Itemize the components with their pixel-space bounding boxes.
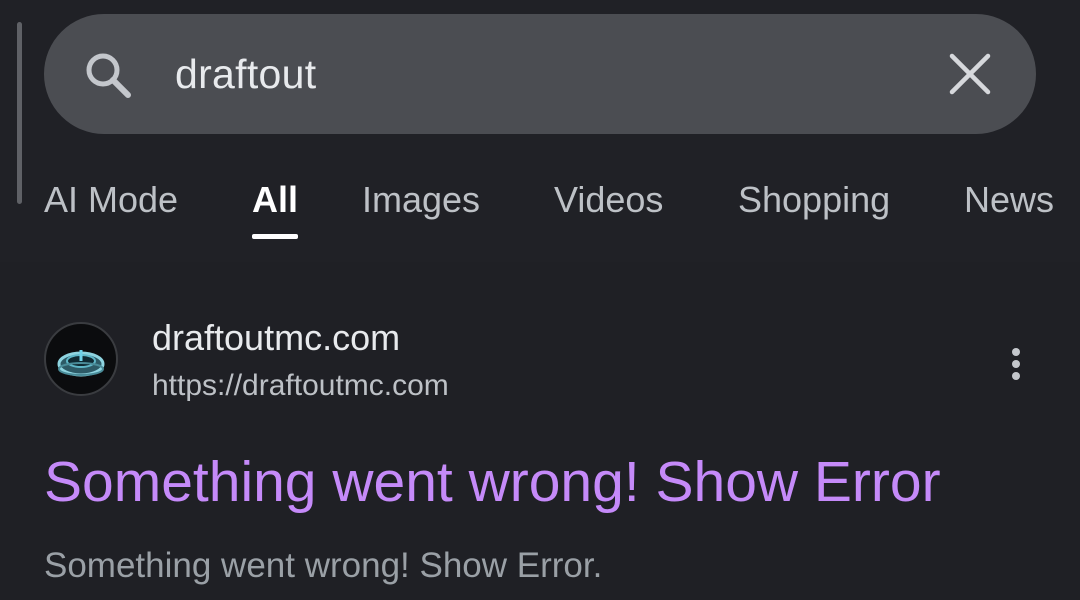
search-input[interactable]: draftout: [175, 46, 316, 102]
tab-videos[interactable]: Videos: [554, 172, 663, 228]
tab-news[interactable]: News: [964, 172, 1054, 228]
close-icon[interactable]: [944, 48, 996, 100]
search-icon[interactable]: [80, 47, 136, 103]
search-results-page: draftout AI Mode All Images Videos Shopp…: [0, 0, 1080, 600]
result-url[interactable]: https://draftoutmc.com: [152, 366, 449, 406]
site-favicon: [44, 322, 118, 396]
result-site-name[interactable]: draftoutmc.com: [152, 316, 400, 360]
tab-images[interactable]: Images: [362, 172, 480, 228]
tab-all[interactable]: All: [252, 172, 298, 228]
tab-shopping[interactable]: Shopping: [738, 172, 890, 228]
portal-ring-icon: [57, 350, 105, 377]
more-vert-icon[interactable]: [1000, 344, 1032, 384]
search-tabs: AI Mode All Images Videos Shopping News: [0, 172, 1080, 242]
tab-ai-mode[interactable]: AI Mode: [44, 172, 178, 228]
result-title-link[interactable]: Something went wrong! Show Error: [44, 450, 941, 514]
search-result: draftoutmc.com https://draftoutmc.com So…: [0, 300, 1080, 600]
active-tab-indicator: [252, 234, 298, 239]
result-snippet: Something went wrong! Show Error.: [44, 546, 603, 585]
